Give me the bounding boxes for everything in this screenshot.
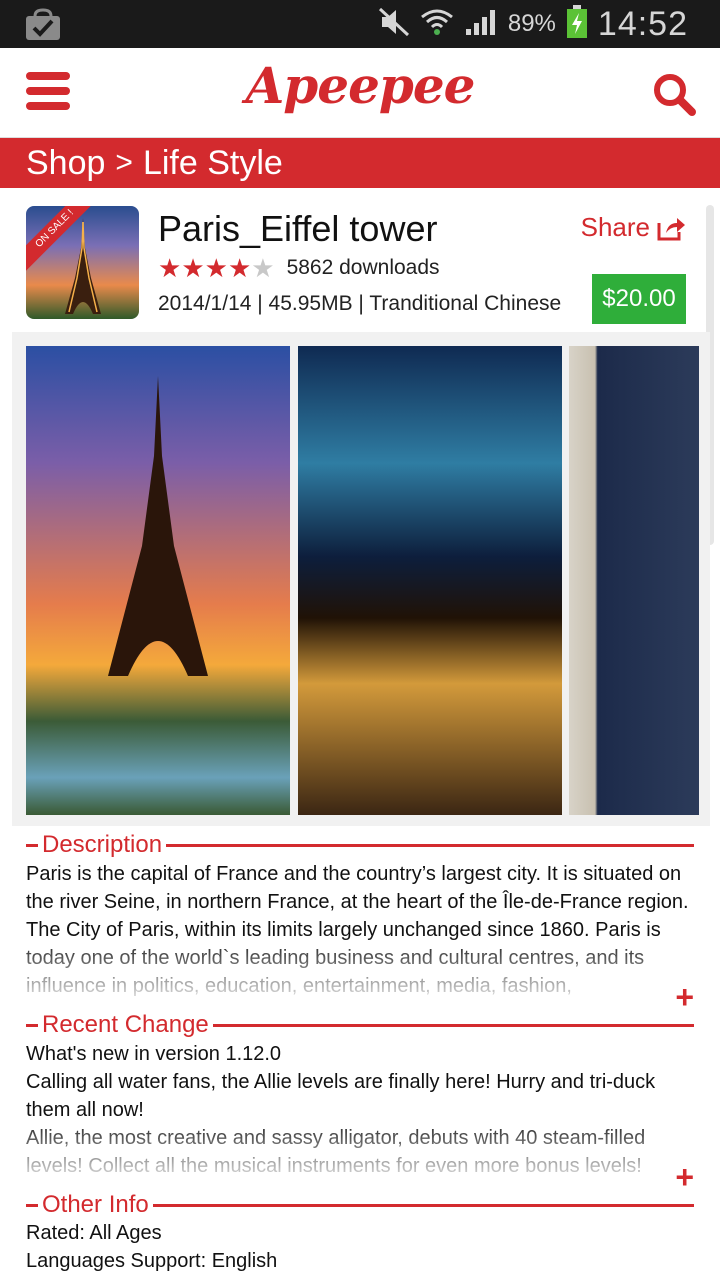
- rated-info: Rated: All Ages: [26, 1222, 162, 1244]
- screenshot-1[interactable]: [26, 346, 290, 815]
- breadcrumb: Shop > Life Style: [0, 138, 720, 188]
- signal-icon: [464, 7, 498, 42]
- eiffel-tower-icon: [65, 218, 101, 314]
- price-button[interactable]: $20.00: [592, 274, 686, 324]
- breadcrumb-current[interactable]: Life Style: [143, 144, 283, 183]
- star-icon: ★: [204, 253, 228, 283]
- battery-icon: [566, 4, 588, 44]
- download-count: 5862 downloads: [286, 256, 440, 279]
- item-thumbnail: ON SALE !: [26, 206, 139, 319]
- recent-change-text: What's new in version 1.12.0 Calling all…: [26, 1040, 694, 1178]
- screenshot-2[interactable]: [298, 346, 562, 815]
- chevron-right-icon: >: [115, 146, 133, 179]
- star-rating: ★ ★ ★ ★ ★ 5862 downloads: [158, 254, 440, 282]
- battery-percent: 89%: [507, 10, 556, 37]
- recent-change-heading: Recent Change: [26, 1010, 694, 1040]
- search-icon[interactable]: [652, 72, 696, 116]
- notification-check-icon: [24, 8, 62, 47]
- star-icon: ★: [181, 253, 205, 283]
- share-button[interactable]: Share: [581, 212, 686, 243]
- other-info-heading: Other Info: [26, 1190, 694, 1220]
- screenshot-gallery[interactable]: [12, 332, 710, 826]
- recent-change-line: Allie, the most creative and sassy allig…: [26, 1127, 646, 1177]
- share-icon: [657, 217, 685, 240]
- recent-change-line: What's new in version 1.12.0: [26, 1043, 282, 1065]
- status-bar: 89% 14:52: [0, 0, 720, 48]
- item-meta: 2014/1/14 | 45.95MB | Tranditional Chine…: [158, 292, 562, 315]
- star-icon: ★: [158, 253, 182, 283]
- star-empty-icon: ★: [251, 253, 275, 283]
- mute-icon: [378, 7, 410, 42]
- description-heading: Description: [26, 830, 694, 860]
- star-icon: ★: [227, 253, 252, 283]
- eiffel-tower-image: [108, 376, 208, 676]
- app-logo[interactable]: Apeepee: [0, 56, 720, 115]
- wifi-icon: [420, 7, 454, 42]
- languages-info: Languages Support: English: [26, 1250, 278, 1272]
- description-text: Paris is the capital of France and the c…: [26, 863, 689, 997]
- recent-change-line: Calling all water fans, the Allie levels…: [26, 1071, 656, 1121]
- expand-recent-change-icon[interactable]: +: [675, 1161, 694, 1193]
- item-title: Paris_Eiffel tower: [158, 208, 438, 249]
- breadcrumb-shop[interactable]: Shop: [26, 144, 105, 183]
- expand-description-icon[interactable]: +: [675, 981, 694, 1013]
- item-header: ON SALE ! Paris_Eiffel tower ★ ★ ★ ★ ★ 5…: [0, 188, 720, 330]
- clock: 14:52: [597, 4, 688, 43]
- screenshot-3[interactable]: [569, 346, 699, 815]
- share-label: Share: [580, 212, 650, 242]
- app-bar: Apeepee: [0, 48, 720, 138]
